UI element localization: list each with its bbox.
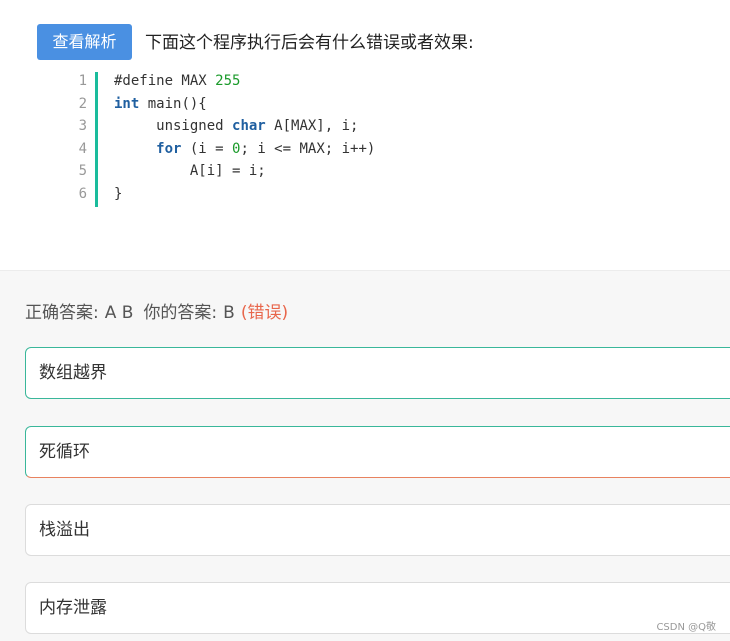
line-number: 1 xyxy=(78,73,87,89)
option-label: 数组越界 xyxy=(39,363,107,383)
option-label: 栈溢出 xyxy=(39,520,90,540)
your-answer-label: 你的答案: xyxy=(143,303,218,323)
code-token: for xyxy=(156,140,182,157)
answer-status: (错误) xyxy=(240,303,289,323)
option-c[interactable]: 栈溢出 xyxy=(25,504,730,556)
line-number: 6 xyxy=(78,185,87,202)
option-d[interactable]: 内存泄露 xyxy=(25,582,730,634)
code-text: } xyxy=(114,185,123,202)
code-block: 1 #define MAX 255 2 int main(){ 3 unsign… xyxy=(55,70,675,210)
code-text: A[i] = i; xyxy=(114,163,266,179)
answer-summary: 正确答案: A B 你的答案: B (错误) xyxy=(25,298,288,323)
code-token: A[MAX], i; xyxy=(265,118,359,134)
question-section: 查看解析 下面这个程序执行后会有什么错误或者效果: 1 #define MAX … xyxy=(0,0,730,270)
code-text: for (i = 0; i <= MAX; i++) xyxy=(114,138,375,161)
code-text: int main(){ xyxy=(114,93,207,116)
code-token: main(){ xyxy=(139,95,207,112)
code-line: 5 A[i] = i; xyxy=(55,160,675,183)
correct-answer-value: A B xyxy=(104,303,134,323)
view-analysis-button[interactable]: 查看解析 xyxy=(37,24,132,60)
code-line: 1 #define MAX 255 xyxy=(55,70,675,93)
option-label: 死循环 xyxy=(39,442,90,462)
option-a[interactable]: 数组越界 xyxy=(25,347,730,399)
code-line: 6 } xyxy=(55,183,675,206)
answer-section: 正确答案: A B 你的答案: B (错误) 数组越界 死循环 栈溢出 内存泄露 CSD… xyxy=(0,270,730,641)
line-number: 5 xyxy=(78,163,87,179)
code-token: #define MAX xyxy=(114,73,216,89)
correct-answer-label: 正确答案: xyxy=(25,303,99,323)
line-number: 3 xyxy=(78,118,87,134)
code-token: char xyxy=(232,118,266,134)
code-line: 3 unsigned char A[MAX], i; xyxy=(55,115,675,138)
watermark: CSDN @Q敬 xyxy=(656,622,716,633)
line-number: 2 xyxy=(78,95,87,112)
code-token: (i = xyxy=(181,140,233,157)
your-answer-value: B xyxy=(223,303,235,323)
code-token: 255 xyxy=(215,73,241,89)
code-line: 2 int main(){ xyxy=(55,93,675,116)
option-b[interactable]: 死循环 xyxy=(25,426,730,478)
code-line: 4 for (i = 0; i <= MAX; i++) xyxy=(55,138,675,161)
code-token: int xyxy=(114,95,140,112)
code-token: unsigned xyxy=(114,118,233,134)
line-number: 4 xyxy=(78,140,87,157)
question-text: 下面这个程序执行后会有什么错误或者效果: xyxy=(145,33,474,53)
code-token: ; i <= MAX; i++) xyxy=(240,140,376,157)
code-text: #define MAX 255 xyxy=(114,70,240,93)
code-text: unsigned char A[MAX], i; xyxy=(114,115,358,138)
option-label: 内存泄露 xyxy=(39,598,107,618)
